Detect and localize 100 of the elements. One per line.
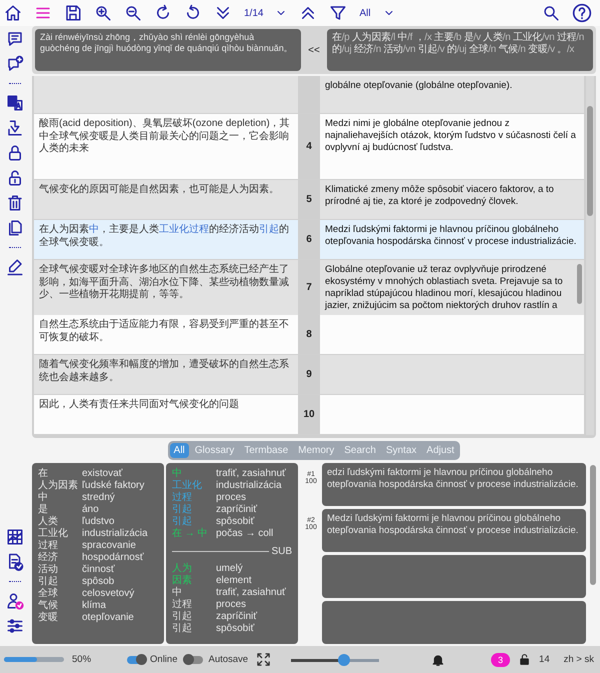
- undo-icon[interactable]: [184, 4, 202, 22]
- source-cell[interactable]: 在人为因素中，主要是人类工业化过程的经济活动引起的全球气候变暖。: [34, 220, 298, 260]
- comment-icon[interactable]: [6, 30, 24, 48]
- term-translation: industrializácia: [216, 480, 283, 492]
- translate-icon[interactable]: [6, 94, 24, 112]
- source-text: 自然生态系统由于适应能力有限，容易受到严重的甚至不可恢复的破坏。: [39, 319, 289, 343]
- term-translation: existovať: [82, 468, 124, 480]
- source-cell[interactable]: 自然生态系统由于适应能力有限，容易受到严重的甚至不可恢复的破坏。: [34, 315, 298, 354]
- source-term: 引起: [38, 576, 58, 588]
- term-translation: spracovanie: [82, 540, 137, 552]
- row-number: 10: [303, 409, 315, 420]
- target-cell[interactable]: [320, 355, 584, 394]
- source-term: 过程: [172, 492, 192, 504]
- scrollbar-thumb[interactable]: [590, 465, 596, 585]
- term-translation: trafiť, zasiahnuť: [216, 587, 287, 599]
- row-number: 6: [306, 234, 312, 246]
- save-icon[interactable]: [64, 4, 82, 22]
- source-text: 气候变化的原因可能是自然因素，也可能是人为因素。: [39, 184, 279, 196]
- term-translation: spôsobiť: [216, 623, 256, 635]
- source-term: 变暖: [38, 612, 58, 624]
- source-text: 因此，人类有责任来共同面对气候变化的问题: [39, 399, 239, 410]
- target-cell[interactable]: [320, 315, 584, 354]
- row-number: 8: [306, 329, 312, 340]
- home-icon[interactable]: [4, 4, 22, 22]
- source-cell[interactable]: 因此，人类有责任来共同面对气候变化的问题: [34, 395, 298, 434]
- target-cell[interactable]: [320, 260, 584, 316]
- lock-icon[interactable]: [6, 144, 24, 162]
- document-check-icon[interactable]: [6, 553, 24, 571]
- double-chevron-down-icon[interactable]: [214, 4, 232, 22]
- source-cell[interactable]: 随着气候变化频率和幅度的增加，遭受破坏的自然生态系统也会越来越多。: [34, 355, 298, 394]
- term-translation: spôsobiť: [216, 516, 256, 528]
- help-icon[interactable]: [572, 3, 592, 23]
- source-term: 中: [172, 468, 182, 480]
- target-cell[interactable]: Medzi nimi je globálne otepľovanie jednou z najnaliehavejších otázok, ktorým ľudstvo v súčasnosti čelí a ovplyvní aj budúcnosť ľudstva.: [320, 114, 584, 180]
- source-term: 过程: [38, 540, 58, 552]
- search-icon[interactable]: [542, 4, 560, 22]
- source-cell[interactable]: [34, 76, 298, 113]
- source-term: 气候: [38, 600, 58, 612]
- term-translation: umelý: [216, 563, 244, 575]
- row-number: 4: [306, 141, 312, 152]
- source-term: 人类: [38, 516, 58, 528]
- user-check-icon[interactable]: [6, 592, 24, 610]
- filter-value[interactable]: All: [359, 8, 371, 18]
- filter-icon[interactable]: [329, 4, 348, 22]
- source-term: 人为因素: [38, 480, 78, 492]
- page-counter: 1/14: [244, 8, 264, 18]
- term-translation: áno: [82, 504, 100, 516]
- sliders-icon[interactable]: [6, 617, 24, 635]
- match-card[interactable]: Medzi ľudskými faktormi je hlavnou príčinou globálneho otepľovania hospodárska činnosť v procese industrializácie.: [322, 509, 586, 552]
- source-term: 中: [172, 587, 182, 598]
- bell-icon[interactable]: [431, 652, 446, 666]
- source-term: 工业化: [38, 528, 68, 540]
- term-translation: industrializácia: [82, 528, 149, 540]
- term-translation: ľudstvo: [82, 516, 116, 528]
- copy-icon[interactable]: [6, 219, 24, 237]
- term-translation: spôsob: [82, 576, 116, 588]
- term-translation: zapríčiniť: [216, 504, 258, 516]
- pen-icon[interactable]: [6, 258, 24, 276]
- progress-label: 50%: [72, 654, 92, 665]
- target-text: globálne otepľovanie (globálne otepľovanie).: [325, 80, 512, 91]
- progress-bar: [4, 657, 64, 662]
- trash-icon[interactable]: [6, 194, 24, 212]
- source-cell[interactable]: 酸雨(acid deposition)、臭氧层破坏(ozone depletion)，其中全球气候变暖是人类目前最关心的问题之一，它会影响人类的未来: [34, 114, 298, 180]
- redo-icon[interactable]: [154, 4, 172, 22]
- source-cell[interactable]: 全球气候变暖对全球许多地区的自然生态系统已经产生了影响，如海平面升高、湖泊水位下降、某些动植物数量减少、一些植物开花期提前，等等。: [34, 260, 298, 316]
- term-translation: proces: [216, 599, 248, 611]
- target-cell[interactable]: Klimatické zmeny môže spôsobiť viacero faktorov, a to prírodné aj tie, za ktoré je zodpovedný človek.: [320, 180, 584, 220]
- tagged-text: 在/p 人为因素/l 中/f ，/x 主要/b 是/v 人类/n 工业化/vn 过程/n 的/uj 经济/n 活动/vn 引起/v 的/uj 全球/n 气候/n 变暖/v 。/x: [327, 29, 593, 71]
- scrollbar-thumb[interactable]: [587, 106, 593, 216]
- fullscreen-icon[interactable]: [256, 652, 272, 667]
- sub-label: SUB: [271, 546, 292, 557]
- scrollbar-thumb[interactable]: [577, 264, 582, 304]
- add-comment-icon[interactable]: [6, 55, 24, 73]
- target-cell[interactable]: [320, 395, 584, 434]
- term-translation: hospodárnosť: [82, 552, 145, 564]
- term-translation: element: [216, 575, 253, 587]
- zoom-in-icon[interactable]: [94, 4, 112, 22]
- unlock-icon[interactable]: [6, 169, 24, 187]
- lock-icon[interactable]: [518, 653, 532, 666]
- target-cell[interactable]: globálne otepľovanie (globálne otepľovanie).: [320, 76, 584, 113]
- source-text: 随着气候变化频率和幅度的增加，遭受破坏的自然生态系统也会越来越多。: [39, 359, 289, 383]
- zoom-out-icon[interactable]: [124, 4, 142, 22]
- import-arrow-icon[interactable]: [6, 119, 24, 137]
- target-cell[interactable]: Medzi ľudskými faktormi je hlavnou príčinou globálneho otepľovania hospodárska činnosť v procese industrializácie.: [320, 220, 584, 260]
- term-translation: otepľovanie: [82, 612, 135, 624]
- online-toggle[interactable]: Online: [127, 654, 178, 665]
- source-term: 引起: [172, 623, 192, 635]
- term-translation: celosvetový: [82, 588, 136, 600]
- language-pair[interactable]: zh > sk: [564, 654, 594, 665]
- source-cell[interactable]: 气候变化的原因可能是自然因素，也可能是人为因素。: [34, 180, 298, 220]
- source-term: 引起: [172, 516, 192, 528]
- chart-icon[interactable]: [6, 528, 24, 546]
- autosave-toggle[interactable]: Autosave: [185, 654, 248, 665]
- term-translation: stredný: [82, 492, 116, 504]
- notification-badge: 3: [491, 652, 510, 666]
- row-number: 7: [306, 282, 312, 294]
- copy-left-button[interactable]: <<: [305, 29, 323, 71]
- match-card[interactable]: edzi ľudskými faktormi je hlavnou príčinou globálneho otepľovania hospodárska činnosť v procese industrializácie.: [322, 463, 586, 506]
- source-term: 人为: [172, 563, 192, 574]
- target-text: Globálne otepľovanie už teraz ovplyvňuje prirodzené ekosystémy v mnohých oblastiach sveta. Prejavuje sa to napríklad stúpajúcou hladinou morí, klesajúcou hladinou jazier, znižujúcim sa počtom niektorých druhov rastlín a: [325, 264, 563, 311]
